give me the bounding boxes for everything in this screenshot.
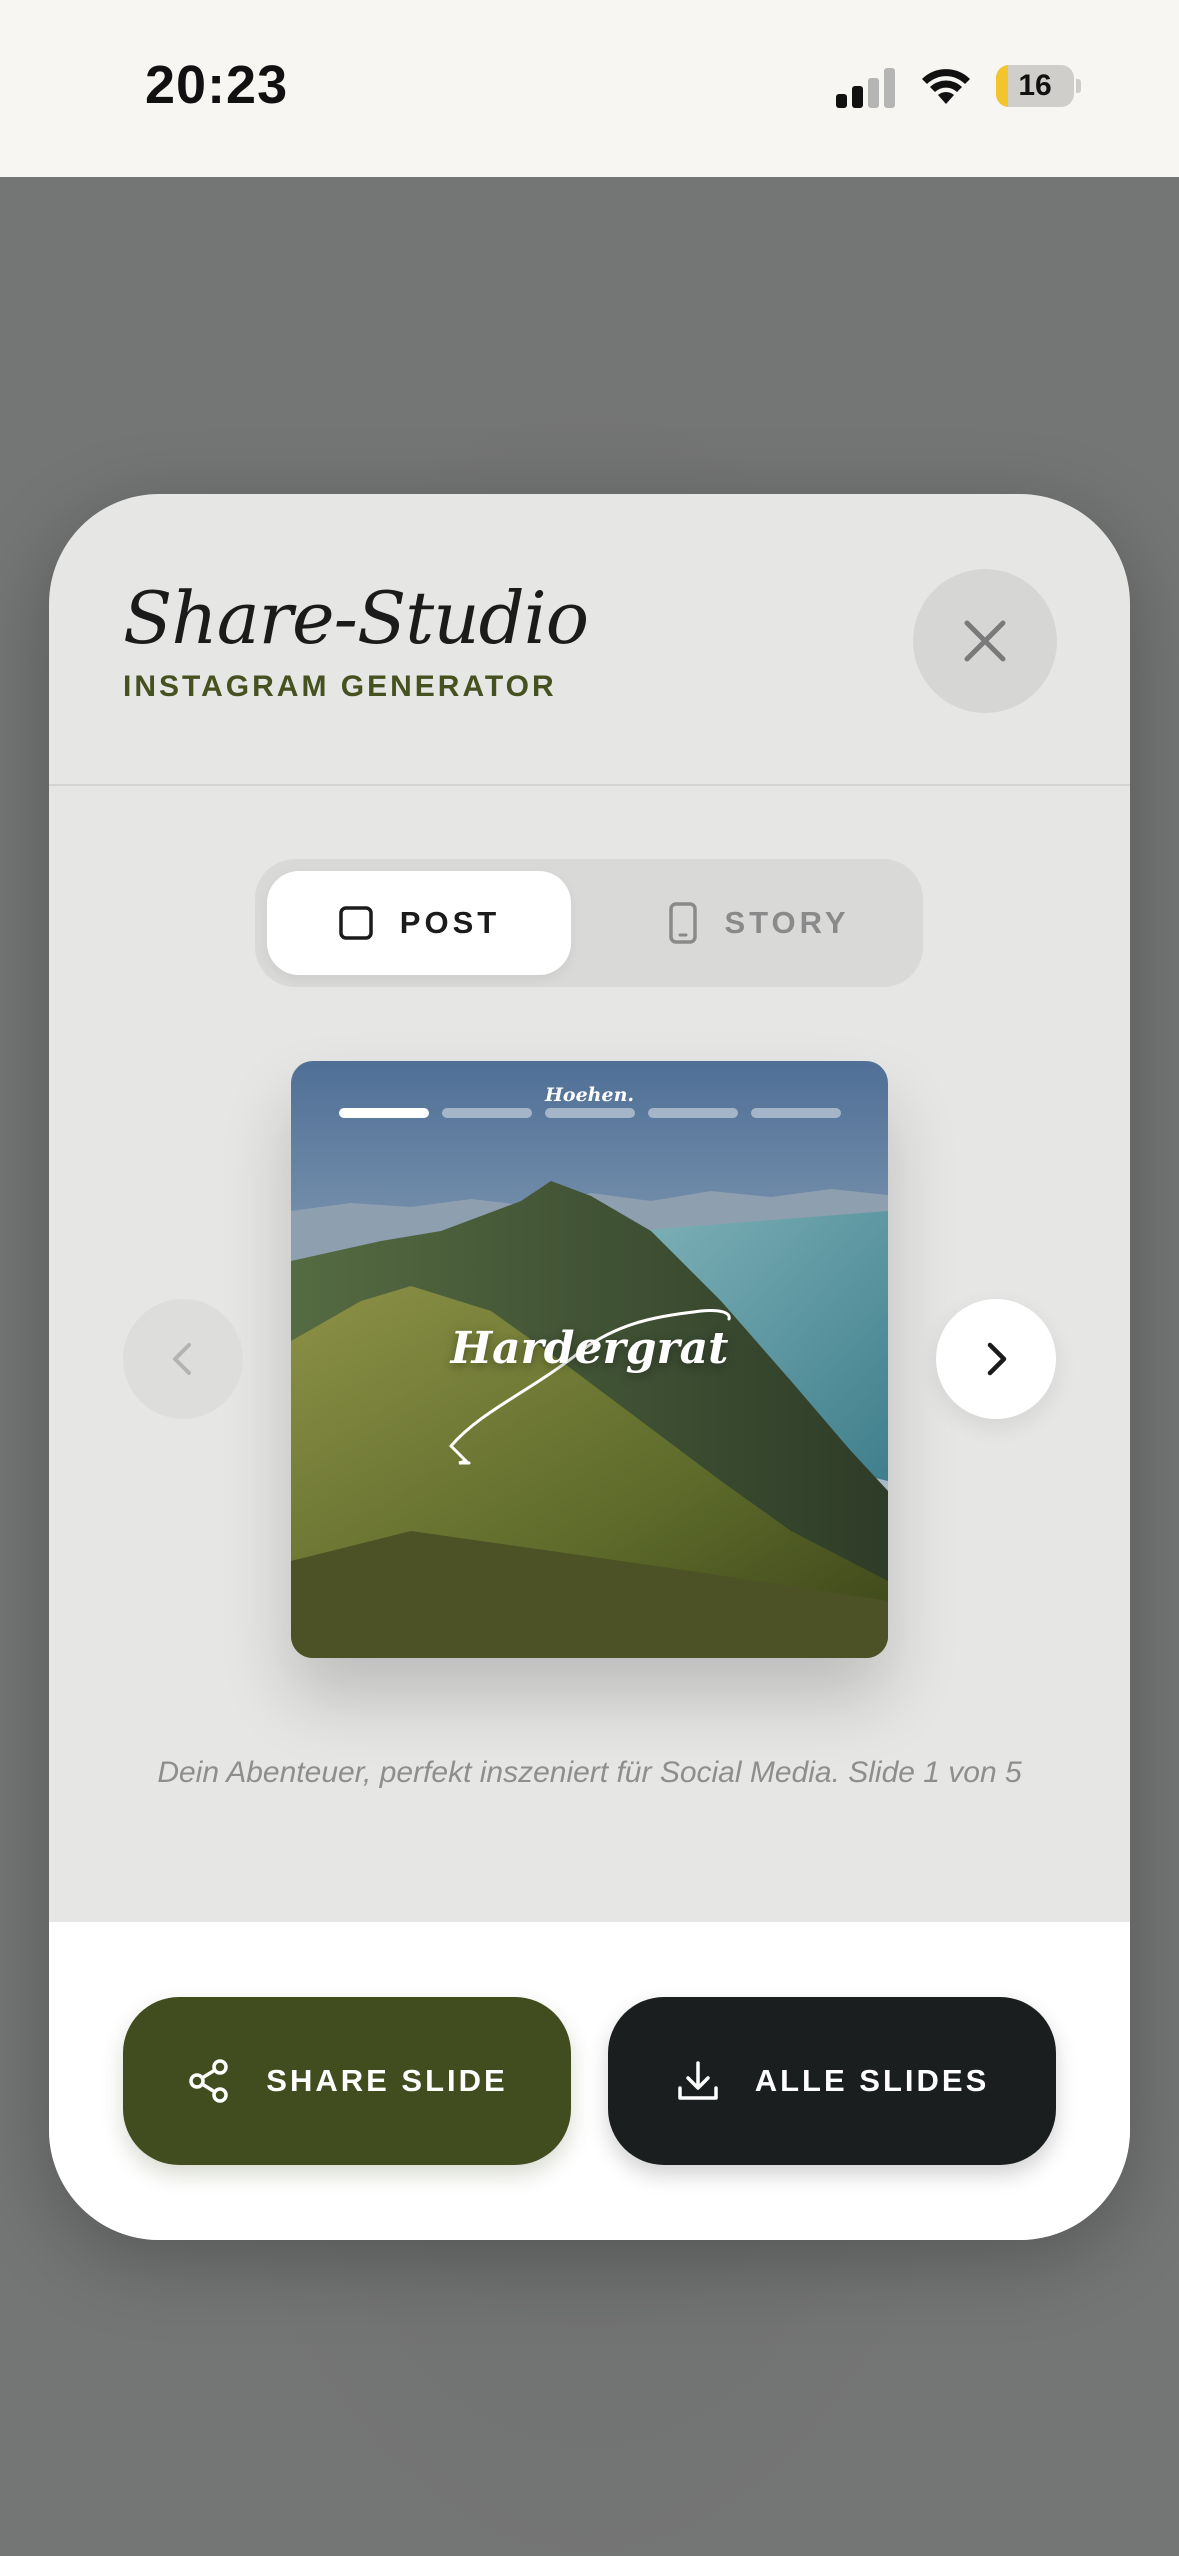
next-slide-button[interactable] xyxy=(936,1299,1056,1419)
tab-story-label: STORY xyxy=(724,905,850,940)
wifi-icon xyxy=(922,69,970,104)
format-toggle: POST STORY xyxy=(255,859,923,987)
tab-story[interactable]: STORY xyxy=(607,871,911,975)
slide-preview[interactable]: Hoehen. Hardergrat xyxy=(291,1061,888,1658)
battery-icon: 16 xyxy=(996,65,1074,107)
share-slide-button[interactable]: SHARE SLIDE xyxy=(123,1997,571,2165)
chevron-right-icon xyxy=(987,1342,1007,1376)
slide-progress-segment xyxy=(339,1108,429,1118)
slide-title: Hardergrat xyxy=(450,1323,729,1374)
download-icon xyxy=(677,2061,718,2100)
modal-title: Share-Studio xyxy=(123,576,589,660)
modal-subtitle: INSTAGRAM GENERATOR xyxy=(123,670,557,703)
slide-progress-segment xyxy=(545,1108,635,1118)
status-bar: 20:23 16 xyxy=(0,0,1179,177)
close-icon xyxy=(964,620,1006,662)
chevron-left-icon xyxy=(173,1343,191,1375)
slide-progress xyxy=(339,1108,841,1118)
slide-caption: Dein Abenteuer, perfekt inszeniert für S… xyxy=(157,1756,1022,1789)
share-icon xyxy=(189,2059,229,2103)
slide-progress-segment xyxy=(648,1108,738,1118)
tab-post-label: POST xyxy=(399,905,501,940)
slide-progress-segment xyxy=(442,1108,532,1118)
signal-icon xyxy=(836,64,896,108)
status-icons: 16 xyxy=(836,64,1081,108)
square-icon xyxy=(339,906,373,940)
tab-post[interactable]: POST xyxy=(267,871,571,975)
slide-progress-segment xyxy=(751,1108,841,1118)
action-area: SHARE SLIDE ALLE SLIDES xyxy=(49,1922,1130,2240)
modal-header: Share-Studio INSTAGRAM GENERATOR xyxy=(49,494,1130,786)
battery-tip xyxy=(1076,79,1081,93)
battery-fill xyxy=(996,65,1009,107)
battery-level: 16 xyxy=(1018,69,1052,102)
download-all-button[interactable]: ALLE SLIDES xyxy=(608,1997,1056,2165)
status-time: 20:23 xyxy=(145,55,289,115)
close-button[interactable] xyxy=(913,569,1057,713)
slide-brand: Hoehen. xyxy=(544,1084,635,1106)
share-slide-label: SHARE SLIDE xyxy=(266,2063,508,2098)
prev-slide-button[interactable] xyxy=(123,1299,243,1419)
share-studio-modal: Share-Studio INSTAGRAM GENERATOR POST ST… xyxy=(49,494,1130,2240)
phone-icon xyxy=(669,902,698,944)
download-all-label: ALLE SLIDES xyxy=(754,2063,990,2098)
